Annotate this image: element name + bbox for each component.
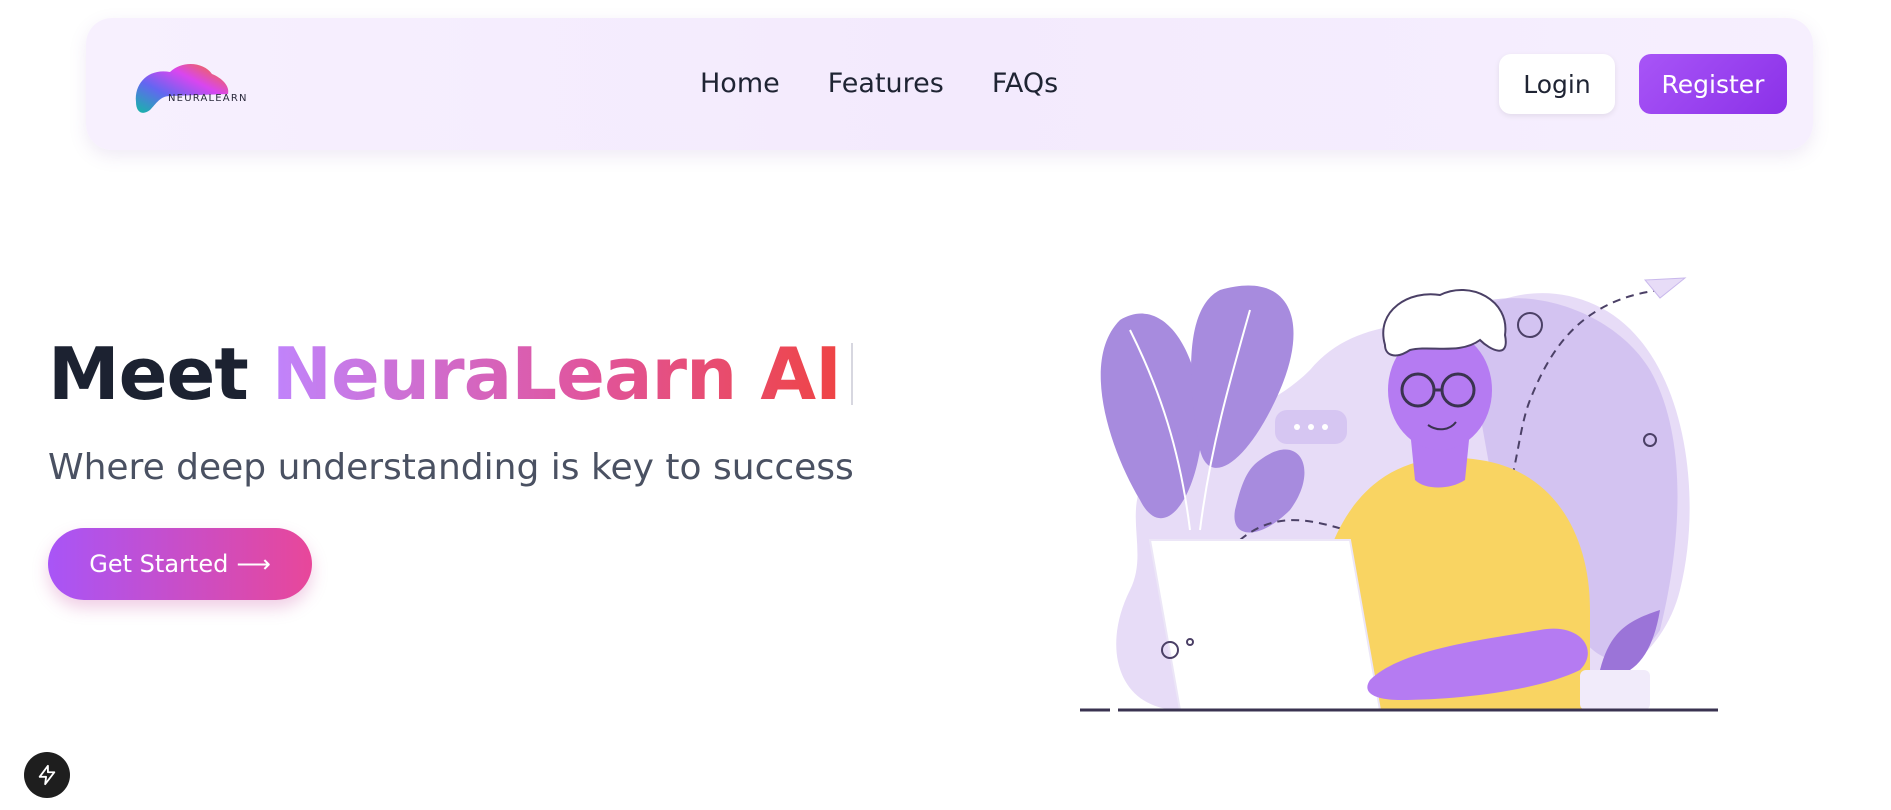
lightning-bolt-icon[interactable] bbox=[24, 752, 70, 798]
nav-link-home[interactable]: Home bbox=[700, 64, 780, 104]
arrow-right-icon: ⟶ bbox=[236, 550, 271, 578]
hero-title: Meet NeuraLearn AI bbox=[48, 332, 853, 416]
nav-links: Home Features FAQs bbox=[700, 64, 1058, 104]
nav-link-features[interactable]: Features bbox=[828, 64, 944, 104]
neuralearn-logo[interactable]: NEURALEARN bbox=[130, 52, 260, 118]
register-button[interactable]: Register bbox=[1639, 54, 1787, 114]
logo-wordmark: NEURALEARN bbox=[168, 93, 248, 104]
hero-subtitle: Where deep understanding is key to succe… bbox=[48, 447, 854, 488]
lightning-glyph bbox=[38, 764, 56, 786]
top-navbar: NEURALEARN Home Features FAQs Login Regi… bbox=[86, 18, 1813, 150]
logo-swirl-icon bbox=[135, 63, 229, 113]
hero-title-accent: NeuraLearn AI bbox=[271, 332, 842, 416]
hero-title-prefix: Meet bbox=[48, 332, 272, 416]
get-started-button[interactable]: Get Started ⟶ bbox=[48, 528, 312, 600]
hero-illustration bbox=[1060, 250, 1740, 720]
typing-cursor bbox=[850, 343, 853, 405]
login-button[interactable]: Login bbox=[1499, 54, 1615, 114]
get-started-label: Get Started bbox=[89, 550, 229, 578]
person-with-laptop-illustration bbox=[1080, 277, 1720, 712]
nav-link-faqs[interactable]: FAQs bbox=[992, 64, 1058, 104]
